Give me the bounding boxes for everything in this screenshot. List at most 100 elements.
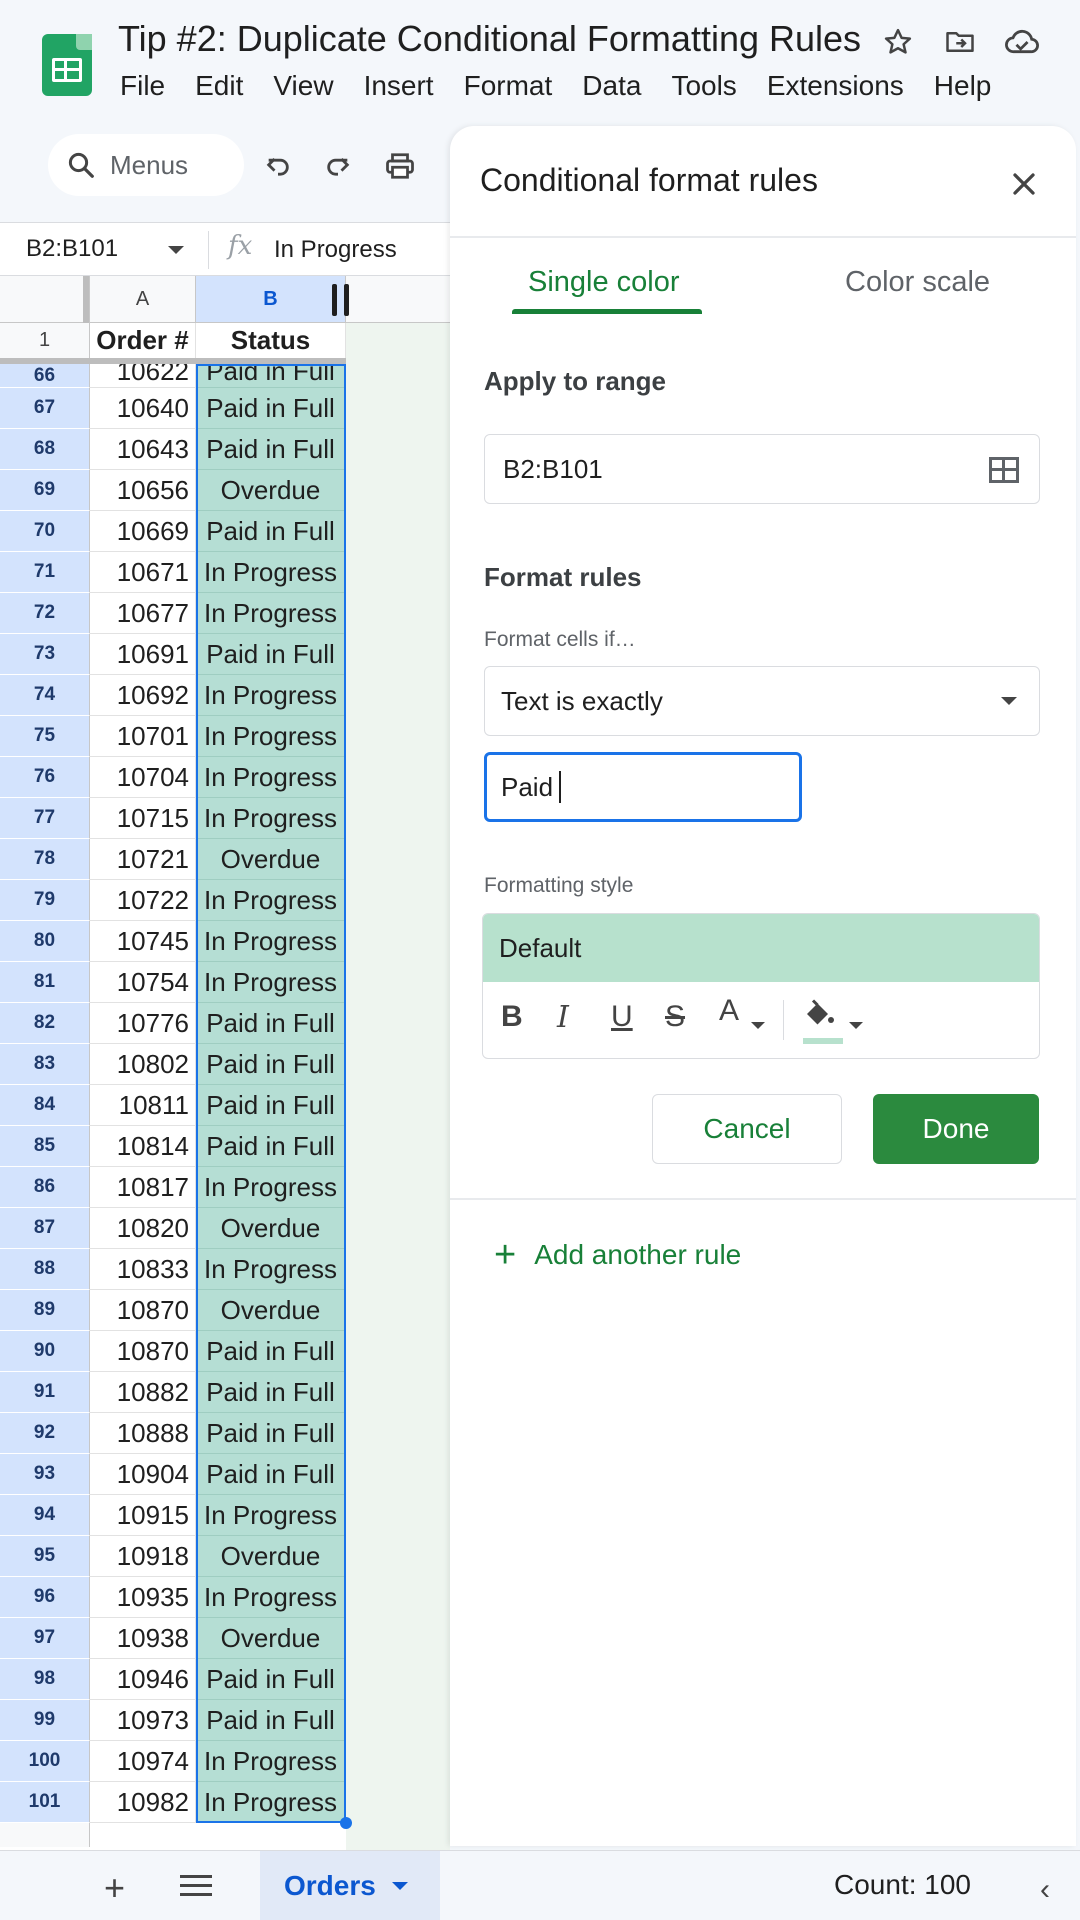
sheet-tab-orders[interactable]: Orders — [260, 1851, 440, 1920]
order-cell[interactable]: 10904 — [90, 1454, 196, 1495]
bold-icon[interactable]: B — [501, 1000, 523, 1034]
row-number[interactable]: 100 — [0, 1741, 90, 1782]
row-number[interactable]: 1 — [0, 323, 90, 358]
formula-input[interactable]: In Progress — [274, 236, 397, 264]
italic-icon[interactable]: I — [557, 1000, 569, 1035]
order-cell[interactable]: 10870 — [90, 1331, 196, 1372]
status-cell[interactable]: Paid in Full — [196, 1454, 346, 1495]
fill-color-dropdown-icon[interactable] — [849, 1022, 863, 1029]
row-number[interactable]: 85 — [0, 1126, 90, 1167]
star-icon[interactable] — [878, 22, 918, 62]
menu-search[interactable]: Menus — [48, 134, 244, 196]
status-cell[interactable]: In Progress — [196, 1249, 346, 1290]
order-cell[interactable]: 10982 — [90, 1782, 196, 1823]
order-cell[interactable]: 10704 — [90, 757, 196, 798]
status-cell[interactable]: Paid in Full — [196, 1331, 346, 1372]
row-number[interactable]: 77 — [0, 798, 90, 839]
all-sheets-icon[interactable] — [180, 1875, 212, 1897]
order-cell[interactable]: 10817 — [90, 1167, 196, 1208]
order-cell[interactable]: 10643 — [90, 429, 196, 470]
row-number[interactable]: 89 — [0, 1290, 90, 1331]
redo-icon[interactable] — [318, 146, 358, 186]
status-cell[interactable]: Overdue — [196, 1208, 346, 1249]
order-cell[interactable]: 10754 — [90, 962, 196, 1003]
done-button[interactable]: Done — [873, 1094, 1039, 1164]
cloud-status-icon[interactable] — [1002, 22, 1042, 62]
order-cell[interactable]: 10918 — [90, 1536, 196, 1577]
status-cell[interactable]: In Progress — [196, 880, 346, 921]
header-cell-status[interactable]: Status — [196, 323, 346, 358]
order-cell[interactable]: 10935 — [90, 1577, 196, 1618]
row-number[interactable]: 99 — [0, 1700, 90, 1741]
order-cell[interactable]: 10722 — [90, 880, 196, 921]
order-cell[interactable]: 10715 — [90, 798, 196, 839]
status-cell[interactable]: In Progress — [196, 675, 346, 716]
column-resize-handle-2[interactable] — [344, 284, 349, 316]
row-number[interactable]: 87 — [0, 1208, 90, 1249]
status-cell[interactable]: In Progress — [196, 552, 346, 593]
status-cell[interactable]: Paid in Full — [196, 1372, 346, 1413]
order-cell[interactable]: 10701 — [90, 716, 196, 757]
status-cell[interactable]: In Progress — [196, 716, 346, 757]
order-cell[interactable]: 10946 — [90, 1659, 196, 1700]
status-cell[interactable]: In Progress — [196, 1741, 346, 1782]
status-cell[interactable]: Overdue — [196, 839, 346, 880]
menu-tools[interactable]: Tools — [671, 70, 736, 102]
row-number[interactable]: 95 — [0, 1536, 90, 1577]
column-header-a[interactable]: A — [90, 276, 196, 323]
status-cell[interactable]: Paid in Full — [196, 1413, 346, 1454]
row-number[interactable]: 90 — [0, 1331, 90, 1372]
row-number[interactable]: 76 — [0, 757, 90, 798]
row-number[interactable]: 79 — [0, 880, 90, 921]
header-cell-order[interactable]: Order # — [90, 323, 196, 358]
order-cell[interactable]: 10745 — [90, 921, 196, 962]
row-number[interactable]: 66 — [0, 364, 90, 388]
print-icon[interactable] — [380, 146, 420, 186]
order-cell[interactable]: 10973 — [90, 1700, 196, 1741]
name-box-dropdown-icon[interactable] — [168, 246, 184, 254]
condition-dropdown[interactable]: Text is exactly — [484, 666, 1040, 736]
status-cell[interactable]: Paid in Full — [196, 1659, 346, 1700]
order-cell[interactable]: 10882 — [90, 1372, 196, 1413]
menu-file[interactable]: File — [120, 70, 165, 102]
status-cell[interactable]: Overdue — [196, 1618, 346, 1659]
menu-view[interactable]: View — [273, 70, 333, 102]
row-number[interactable]: 68 — [0, 429, 90, 470]
row-number[interactable]: 86 — [0, 1167, 90, 1208]
status-cell[interactable]: In Progress — [196, 593, 346, 634]
menu-extensions[interactable]: Extensions — [767, 70, 904, 102]
sheets-logo-icon[interactable] — [42, 34, 92, 96]
row-number[interactable]: 81 — [0, 962, 90, 1003]
status-cell[interactable]: Overdue — [196, 470, 346, 511]
order-cell[interactable]: 10692 — [90, 675, 196, 716]
column-resize-handle[interactable] — [332, 284, 337, 316]
status-cell[interactable]: Paid in Full — [196, 388, 346, 429]
row-number[interactable]: 83 — [0, 1044, 90, 1085]
order-cell[interactable]: 10721 — [90, 839, 196, 880]
order-cell[interactable]: 10811 — [90, 1085, 196, 1126]
document-title[interactable]: Tip #2: Duplicate Conditional Formatting… — [118, 18, 861, 60]
range-input[interactable]: B2:B101 — [484, 434, 1040, 504]
status-cell[interactable]: Paid in Full — [196, 511, 346, 552]
order-cell[interactable]: 10776 — [90, 1003, 196, 1044]
menu-format[interactable]: Format — [464, 70, 553, 102]
status-cell[interactable]: In Progress — [196, 921, 346, 962]
menu-help[interactable]: Help — [934, 70, 992, 102]
status-cell[interactable]: In Progress — [196, 798, 346, 839]
row-number[interactable]: 73 — [0, 634, 90, 675]
order-cell[interactable]: 10820 — [90, 1208, 196, 1249]
close-icon[interactable] — [1006, 166, 1042, 202]
add-another-rule-button[interactable]: + Add another rule — [494, 1236, 741, 1274]
order-cell[interactable]: 10656 — [90, 470, 196, 511]
row-number[interactable]: 91 — [0, 1372, 90, 1413]
status-cell[interactable]: Paid in Full — [196, 1003, 346, 1044]
row-number[interactable]: 92 — [0, 1413, 90, 1454]
order-cell[interactable]: 10938 — [90, 1618, 196, 1659]
menu-edit[interactable]: Edit — [195, 70, 243, 102]
condition-value-input[interactable]: Paid — [484, 752, 802, 822]
cancel-button[interactable]: Cancel — [652, 1094, 842, 1164]
fill-color-icon[interactable] — [801, 996, 841, 1036]
row-number[interactable]: 67 — [0, 388, 90, 429]
text-color-dropdown-icon[interactable] — [751, 1022, 765, 1029]
status-cell[interactable]: Paid in Full — [196, 429, 346, 470]
